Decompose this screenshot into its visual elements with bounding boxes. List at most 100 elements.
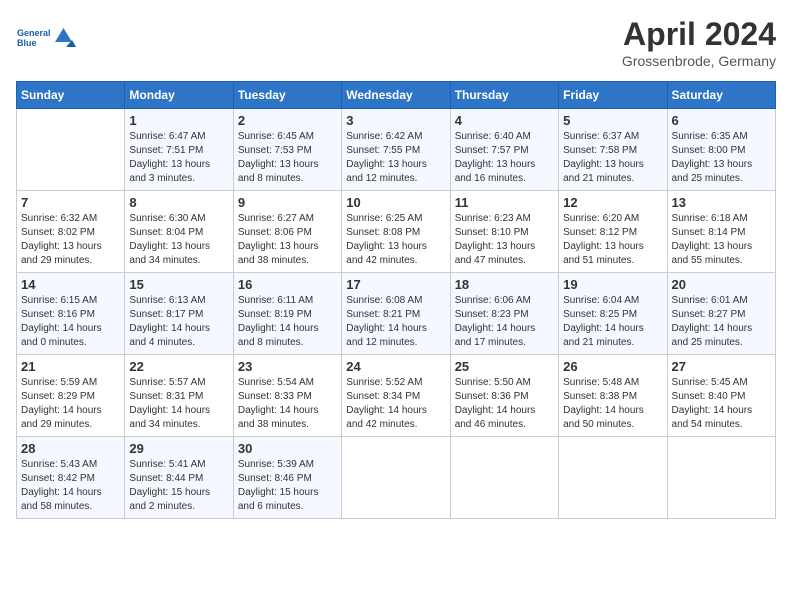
day-number: 25 [455,359,554,374]
day-cell: 14 Sunrise: 6:15 AMSunset: 8:16 PMDayligh… [17,273,125,355]
header-day-friday: Friday [559,82,667,109]
day-number: 4 [455,113,554,128]
logo-svg: General Blue [16,16,76,64]
day-info: Sunrise: 6:40 AMSunset: 7:57 PMDaylight:… [455,130,554,186]
header-day-thursday: Thursday [450,82,558,109]
day-info: Sunrise: 6:32 AMSunset: 8:02 PMDaylight:… [21,212,120,268]
day-number: 19 [563,277,662,292]
day-cell: 3 Sunrise: 6:42 AMSunset: 7:55 PMDaylight… [342,109,450,191]
day-cell: 24 Sunrise: 5:52 AMSunset: 8:34 PMDayligh… [342,355,450,437]
day-info: Sunrise: 6:25 AMSunset: 8:08 PMDaylight:… [346,212,445,268]
day-info: Sunrise: 6:30 AMSunset: 8:04 PMDaylight:… [129,212,228,268]
day-number: 26 [563,359,662,374]
week-row-1: 1 Sunrise: 6:47 AMSunset: 7:51 PMDaylight… [17,109,776,191]
svg-text:General: General [17,28,51,38]
day-cell: 28Sunrise: 5:43 AMSunset: 8:42 PMDayligh… [17,437,125,519]
day-cell [667,437,775,519]
day-cell: 18 Sunrise: 6:06 AMSunset: 8:23 PMDayligh… [450,273,558,355]
title-block: April 2024 Grossenbrode, Germany [622,16,776,69]
day-info: Sunrise: 5:52 AMSunset: 8:34 PMDaylight:… [346,376,445,432]
day-info: Sunrise: 5:41 AMSunset: 8:44 PMDaylight:… [129,458,228,514]
day-number: 21 [21,359,120,374]
day-cell [450,437,558,519]
day-cell: 15Sunrise: 6:13 AMSunset: 8:17 PMDayligh… [125,273,233,355]
day-info: Sunrise: 6:45 AMSunset: 7:53 PMDaylight:… [238,130,337,186]
day-info: Sunrise: 5:48 AMSunset: 8:38 PMDaylight:… [563,376,662,432]
day-number: 18 [455,277,554,292]
day-number: 10 [346,195,445,210]
day-info: Sunrise: 6:04 AMSunset: 8:25 PMDaylight:… [563,294,662,350]
day-cell: 27Sunrise: 5:45 AMSunset: 8:40 PMDayligh… [667,355,775,437]
day-number: 9 [238,195,337,210]
day-info: Sunrise: 5:39 AMSunset: 8:46 PMDaylight:… [238,458,337,514]
location: Grossenbrode, Germany [622,53,776,69]
day-info: Sunrise: 6:15 AMSunset: 8:16 PMDaylight:… [21,294,120,350]
day-cell [17,109,125,191]
day-number: 11 [455,195,554,210]
day-cell: 12Sunrise: 6:20 AMSunset: 8:12 PMDayligh… [559,191,667,273]
day-cell: 25 Sunrise: 5:50 AMSunset: 8:36 PMDayligh… [450,355,558,437]
logo: General Blue [16,16,76,64]
header-day-sunday: Sunday [17,82,125,109]
header-day-tuesday: Tuesday [233,82,341,109]
day-number: 17 [346,277,445,292]
day-number: 6 [672,113,771,128]
month-title: April 2024 [622,16,776,53]
day-number: 2 [238,113,337,128]
day-info: Sunrise: 6:06 AMSunset: 8:23 PMDaylight:… [455,294,554,350]
day-info: Sunrise: 6:47 AMSunset: 7:51 PMDaylight:… [129,130,228,186]
header-day-wednesday: Wednesday [342,82,450,109]
day-cell: 8Sunrise: 6:30 AMSunset: 8:04 PMDaylight… [125,191,233,273]
day-number: 5 [563,113,662,128]
day-cell: 13 Sunrise: 6:18 AMSunset: 8:14 PMDayligh… [667,191,775,273]
week-row-2: 7 Sunrise: 6:32 AMSunset: 8:02 PMDaylight… [17,191,776,273]
day-info: Sunrise: 6:42 AMSunset: 7:55 PMDaylight:… [346,130,445,186]
day-info: Sunrise: 6:11 AMSunset: 8:19 PMDaylight:… [238,294,337,350]
day-info: Sunrise: 5:50 AMSunset: 8:36 PMDaylight:… [455,376,554,432]
day-number: 24 [346,359,445,374]
day-info: Sunrise: 6:18 AMSunset: 8:14 PMDaylight:… [672,212,771,268]
day-info: Sunrise: 6:23 AMSunset: 8:10 PMDaylight:… [455,212,554,268]
day-cell: 20Sunrise: 6:01 AMSunset: 8:27 PMDayligh… [667,273,775,355]
page-header: General Blue April 2024 Grossenbrode, Ge… [16,16,776,69]
day-number: 14 [21,277,120,292]
week-row-3: 14 Sunrise: 6:15 AMSunset: 8:16 PMDayligh… [17,273,776,355]
day-cell [342,437,450,519]
day-number: 13 [672,195,771,210]
calendar-header: SundayMondayTuesdayWednesdayThursdayFrid… [17,82,776,109]
day-cell: 5 Sunrise: 6:37 AMSunset: 7:58 PMDaylight… [559,109,667,191]
day-cell: 16 Sunrise: 6:11 AMSunset: 8:19 PMDayligh… [233,273,341,355]
day-number: 15 [129,277,228,292]
day-number: 3 [346,113,445,128]
day-info: Sunrise: 6:35 AMSunset: 8:00 PMDaylight:… [672,130,771,186]
header-row: SundayMondayTuesdayWednesdayThursdayFrid… [17,82,776,109]
day-info: Sunrise: 5:54 AMSunset: 8:33 PMDaylight:… [238,376,337,432]
day-info: Sunrise: 5:43 AMSunset: 8:42 PMDaylight:… [21,458,120,514]
day-cell: 7 Sunrise: 6:32 AMSunset: 8:02 PMDaylight… [17,191,125,273]
day-cell: 22 Sunrise: 5:57 AMSunset: 8:31 PMDayligh… [125,355,233,437]
svg-text:Blue: Blue [17,38,37,48]
day-info: Sunrise: 5:45 AMSunset: 8:40 PMDaylight:… [672,376,771,432]
day-cell: 11 Sunrise: 6:23 AMSunset: 8:10 PMDayligh… [450,191,558,273]
header-day-monday: Monday [125,82,233,109]
day-info: Sunrise: 6:08 AMSunset: 8:21 PMDaylight:… [346,294,445,350]
day-cell: 21 Sunrise: 5:59 AMSunset: 8:29 PMDayligh… [17,355,125,437]
day-number: 23 [238,359,337,374]
day-number: 22 [129,359,228,374]
day-info: Sunrise: 5:57 AMSunset: 8:31 PMDaylight:… [129,376,228,432]
day-number: 1 [129,113,228,128]
day-cell: 4 Sunrise: 6:40 AMSunset: 7:57 PMDaylight… [450,109,558,191]
day-number: 20 [672,277,771,292]
week-row-4: 21 Sunrise: 5:59 AMSunset: 8:29 PMDayligh… [17,355,776,437]
day-cell: 29Sunrise: 5:41 AMSunset: 8:44 PMDayligh… [125,437,233,519]
day-cell: 23 Sunrise: 5:54 AMSunset: 8:33 PMDayligh… [233,355,341,437]
day-cell: 17 Sunrise: 6:08 AMSunset: 8:21 PMDayligh… [342,273,450,355]
week-row-5: 28Sunrise: 5:43 AMSunset: 8:42 PMDayligh… [17,437,776,519]
day-number: 7 [21,195,120,210]
day-cell: 6 Sunrise: 6:35 AMSunset: 8:00 PMDaylight… [667,109,775,191]
day-number: 16 [238,277,337,292]
day-info: Sunrise: 6:37 AMSunset: 7:58 PMDaylight:… [563,130,662,186]
day-cell: 2 Sunrise: 6:45 AMSunset: 7:53 PMDaylight… [233,109,341,191]
day-number: 30 [238,441,337,456]
day-info: Sunrise: 5:59 AMSunset: 8:29 PMDaylight:… [21,376,120,432]
